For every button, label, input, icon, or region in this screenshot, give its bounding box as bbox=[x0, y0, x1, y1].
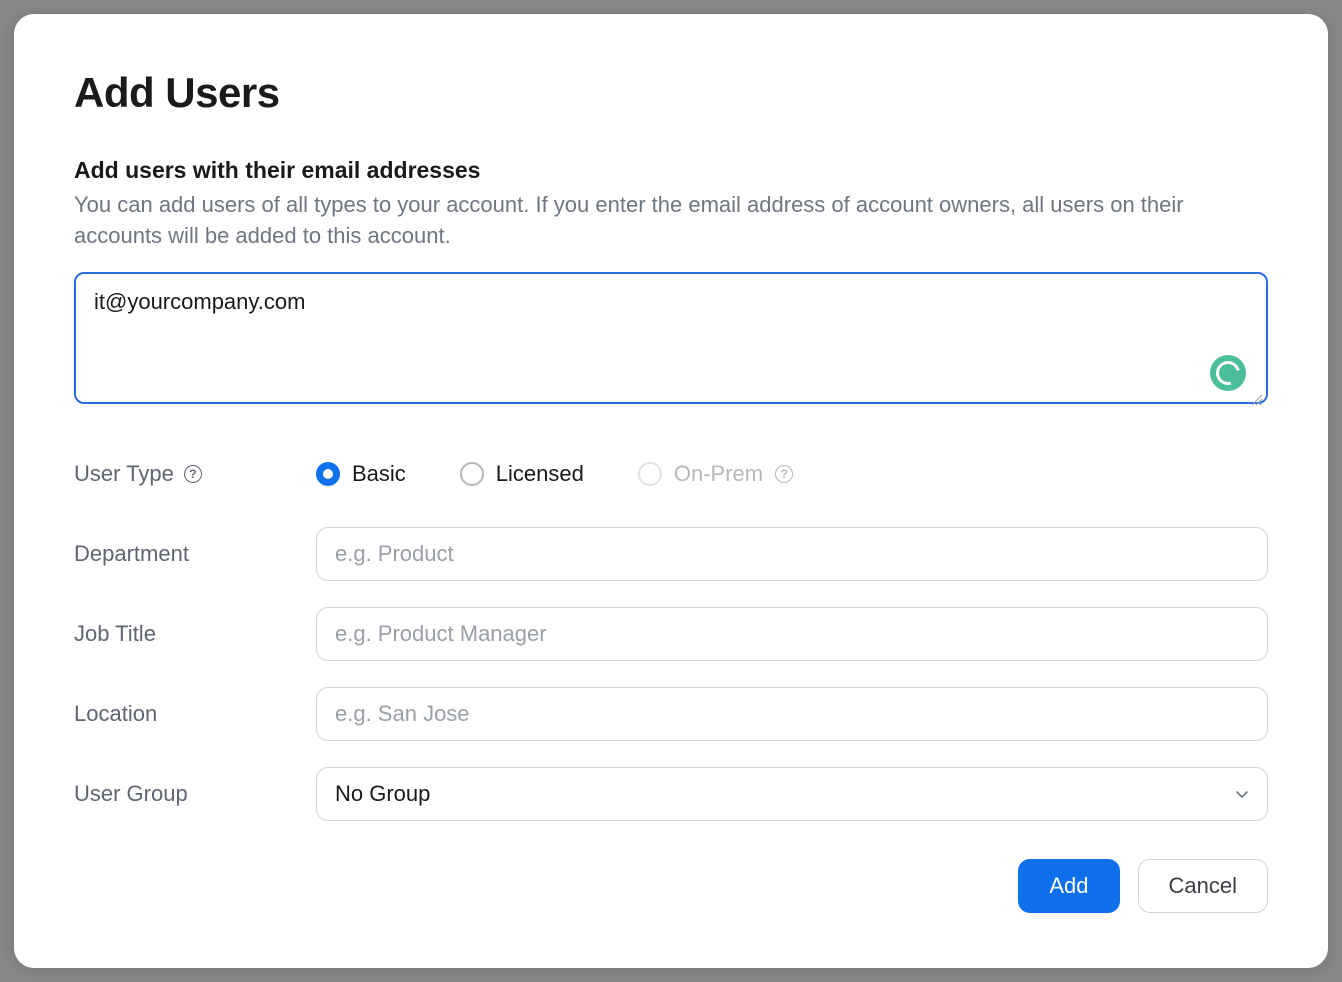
email-input-wrap bbox=[74, 272, 1268, 409]
dialog-subtitle: Add users with their email addresses bbox=[74, 157, 1268, 184]
label-user-group: User Group bbox=[74, 781, 316, 807]
label-location: Location bbox=[74, 701, 316, 727]
radio-dot-icon bbox=[638, 462, 662, 486]
user-type-radios: Basic Licensed On-Prem ? bbox=[316, 461, 1268, 487]
radio-dot-icon bbox=[460, 462, 484, 486]
user-group-selected: No Group bbox=[335, 781, 430, 807]
row-department: Department bbox=[74, 527, 1268, 581]
add-button[interactable]: Add bbox=[1018, 859, 1119, 913]
label-user-type-text: User Type bbox=[74, 461, 174, 487]
dialog-title: Add Users bbox=[74, 69, 1268, 117]
label-user-type: User Type ? bbox=[74, 461, 316, 487]
radio-onprem-label: On-Prem bbox=[674, 461, 763, 487]
row-location: Location bbox=[74, 687, 1268, 741]
add-users-dialog: Add Users Add users with their email add… bbox=[14, 14, 1328, 968]
label-department: Department bbox=[74, 541, 316, 567]
row-user-type: User Type ? Basic Licensed On-Prem ? bbox=[74, 447, 1268, 501]
location-input[interactable] bbox=[316, 687, 1268, 741]
dialog-footer: Add Cancel bbox=[1018, 859, 1268, 913]
radio-dot-icon bbox=[316, 462, 340, 486]
radio-basic-label: Basic bbox=[352, 461, 406, 487]
label-job-title: Job Title bbox=[74, 621, 316, 647]
dialog-description: You can add users of all types to your a… bbox=[74, 190, 1268, 252]
radio-basic[interactable]: Basic bbox=[316, 461, 406, 487]
row-user-group: User Group No Group bbox=[74, 767, 1268, 821]
help-icon[interactable]: ? bbox=[184, 465, 202, 483]
row-job-title: Job Title bbox=[74, 607, 1268, 661]
department-input[interactable] bbox=[316, 527, 1268, 581]
user-group-select[interactable]: No Group bbox=[316, 767, 1268, 821]
help-icon[interactable]: ? bbox=[775, 465, 793, 483]
radio-licensed[interactable]: Licensed bbox=[460, 461, 584, 487]
email-input[interactable] bbox=[74, 272, 1268, 404]
job-title-input[interactable] bbox=[316, 607, 1268, 661]
grammarly-icon[interactable] bbox=[1210, 355, 1246, 391]
radio-onprem: On-Prem ? bbox=[638, 461, 793, 487]
radio-licensed-label: Licensed bbox=[496, 461, 584, 487]
chevron-down-icon bbox=[1235, 787, 1249, 801]
cancel-button[interactable]: Cancel bbox=[1138, 859, 1268, 913]
